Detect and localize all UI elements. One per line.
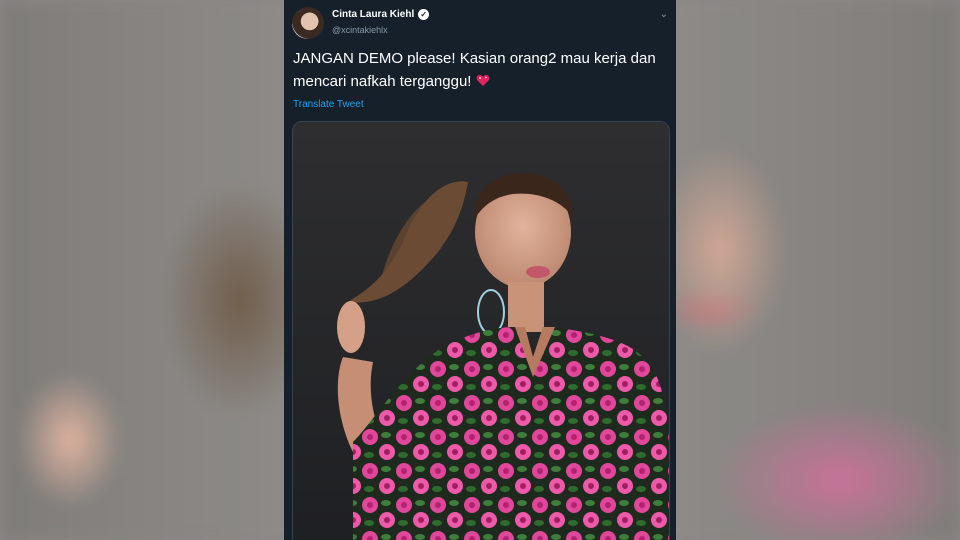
tweet-text-content: JANGAN DEMO please! Kasian orang2 mau ke… <box>293 50 656 90</box>
user-handle[interactable]: @xcintakiehlx <box>332 25 388 35</box>
avatar[interactable] <box>292 7 324 39</box>
translate-tweet-link[interactable]: Translate Tweet <box>293 99 364 110</box>
name-row: Cinta Laura Kiehl ✓ <box>332 9 430 20</box>
tweet-header: Cinta Laura Kiehl ✓ @xcintakiehlx ⌄ <box>292 7 668 41</box>
chevron-down-icon[interactable]: ⌄ <box>660 9 668 20</box>
verified-badge-icon: ✓ <box>418 9 430 20</box>
tweet-photo[interactable] <box>292 121 670 540</box>
display-name[interactable]: Cinta Laura Kiehl <box>332 9 414 20</box>
tweet-card[interactable]: Cinta Laura Kiehl ✓ @xcintakiehlx ⌄ JANG… <box>284 0 676 540</box>
tweet-text: JANGAN DEMO please! Kasian orang2 mau ke… <box>293 47 668 93</box>
photo-image <box>293 122 669 540</box>
sparkling-heart-icon <box>476 75 490 86</box>
